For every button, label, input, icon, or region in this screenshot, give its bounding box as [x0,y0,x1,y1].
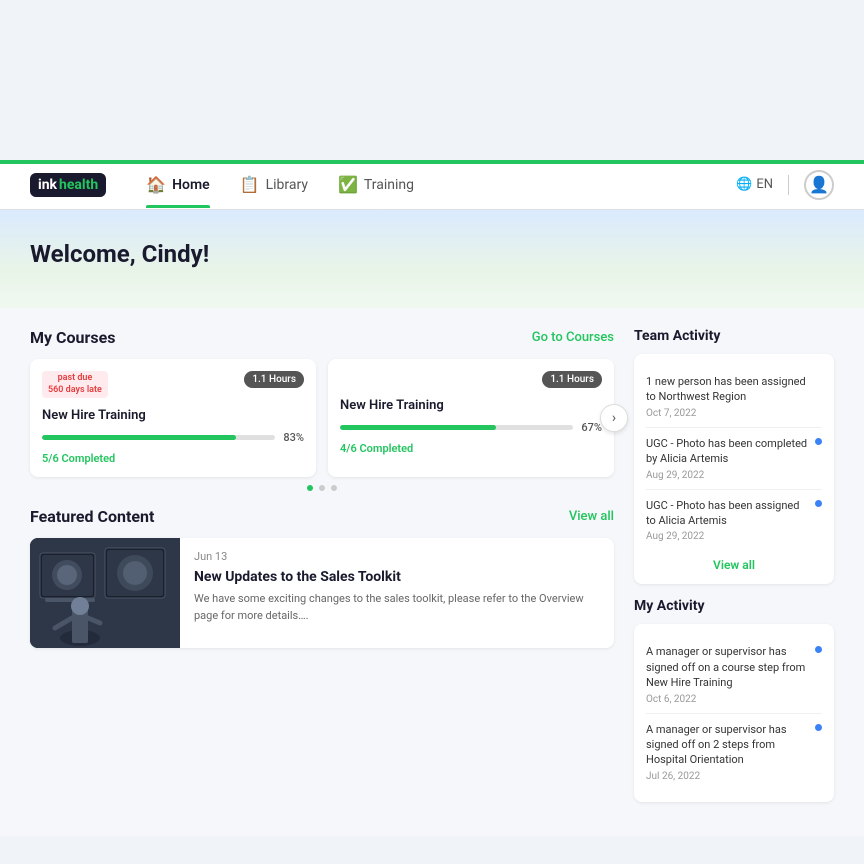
team-activity-item-2: UGC - Photo has been completed by Alicia… [646,428,822,490]
home-icon: 🏠 [146,175,166,194]
courses-row: past due 560 days late 1.1 Hours New Hir… [30,359,614,477]
my-activity-text-1: A manager or supervisor has signed off o… [646,644,822,690]
featured-date: Jun 13 [194,550,600,563]
my-activity-card: A manager or supervisor has signed off o… [634,624,834,801]
nav-right: 🌐 EN 👤 [736,170,834,200]
team-activity-dot-3 [815,500,822,507]
team-activity-dot-2 [815,438,822,445]
featured-card: Jun 13 New Updates to the Sales Toolkit … [30,538,614,648]
courses-title: My Courses [30,328,115,347]
course-card-1: past due 560 days late 1.1 Hours New Hir… [30,359,316,477]
dot-1[interactable] [307,485,313,491]
nav-item-library[interactable]: 📋 Library [240,161,308,208]
course-card-1-top: past due 560 days late 1.1 Hours [42,371,304,398]
featured-content-text: Jun 13 New Updates to the Sales Toolkit … [180,538,614,648]
my-activity-date-2: Jul 26, 2022 [646,771,822,782]
featured-description: We have some exciting changes to the sal… [194,591,600,624]
team-activity-item-1: 1 new person has been assigned to Northw… [646,366,822,428]
nav-items: 🏠 Home 📋 Library ✅ Training [146,161,736,208]
dot-3[interactable] [331,485,337,491]
my-activity-item-1: A manager or supervisor has signed off o… [646,636,822,713]
lang-label: EN [756,177,773,192]
training-icon: ✅ [338,175,358,194]
course-card-2: 1.1 Hours New Hire Training 67% 4/6 Comp… [328,359,614,477]
right-column: Team Activity 1 new person has been assi… [634,328,834,816]
left-column: My Courses Go to Courses past due 560 da… [30,328,614,816]
team-activity-title: Team Activity [634,328,834,344]
go-to-courses-link[interactable]: Go to Courses [532,330,614,345]
user-profile-icon[interactable]: 👤 [804,170,834,200]
hero-banner: Welcome, Cindy! [0,210,864,308]
featured-view-all-link[interactable]: View all [569,509,614,524]
my-activity-title: My Activity [634,598,834,614]
logo-ink: ink [38,177,57,193]
featured-image [30,538,180,648]
dot-2[interactable] [319,485,325,491]
main-content: My Courses Go to Courses past due 560 da… [0,308,864,836]
courses-section-header: My Courses Go to Courses [30,328,614,347]
hero-greeting: Welcome, Cindy! [30,240,834,268]
progress-bar-bg-2 [340,425,573,430]
featured-image-inner [30,538,180,648]
team-activity-date-1: Oct 7, 2022 [646,408,822,419]
globe-icon: 🌐 [736,177,752,192]
logo-health: health [59,177,98,193]
nav-green-bar [0,160,864,164]
course-title-2: New Hire Training [340,398,602,413]
progress-row-2: 67% [340,421,602,434]
carousel-next-button[interactable]: › [600,404,628,432]
featured-image-svg [30,538,180,648]
progress-bar-bg-1 [42,435,275,440]
featured-section: Featured Content View all [30,507,614,648]
completed-text-1: 5/6 Completed [42,452,304,465]
lang-selector[interactable]: 🌐 EN [736,177,773,192]
course-card-2-top: 1.1 Hours [340,371,602,388]
featured-section-header: Featured Content View all [30,507,614,526]
navbar: ink health 🏠 Home 📋 Library ✅ Training 🌐… [0,160,864,210]
team-activity-card: 1 new person has been assigned to Northw… [634,354,834,584]
progress-pct-1: 83% [283,431,304,444]
team-activity-view-all[interactable]: View all [646,558,822,572]
top-spacer [0,0,864,160]
my-activity-text-2: A manager or supervisor has signed off o… [646,722,822,768]
my-activity-date-1: Oct 6, 2022 [646,694,822,705]
team-activity-text-3: UGC - Photo has been assigned to Alicia … [646,498,822,529]
completed-text-2: 4/6 Completed [340,442,602,455]
team-activity-text-2: UGC - Photo has been completed by Alicia… [646,436,822,467]
featured-title-label: Featured Content [30,507,154,526]
hours-badge-1: 1.1 Hours [244,371,304,388]
nav-library-label: Library [266,177,308,193]
hours-badge-2: 1.1 Hours [542,371,602,388]
team-activity-item-3: UGC - Photo has been assigned to Alicia … [646,490,822,551]
library-icon: 📋 [240,175,260,194]
my-activity-item-2: A manager or supervisor has signed off o… [646,714,822,790]
nav-training-label: Training [364,177,414,193]
logo-box: ink health [30,173,106,197]
course-title-1: New Hire Training [42,408,304,423]
nav-item-home[interactable]: 🏠 Home [146,161,209,208]
team-activity-date-2: Aug 29, 2022 [646,470,822,481]
progress-bar-fill-1 [42,435,236,440]
past-due-badge: past due 560 days late [42,371,108,398]
nav-item-training[interactable]: ✅ Training [338,161,414,208]
team-activity-date-3: Aug 29, 2022 [646,531,822,542]
nav-divider [788,175,789,195]
logo-area[interactable]: ink health [30,173,106,197]
carousel-dots [30,485,614,491]
progress-pct-2: 67% [581,421,602,434]
progress-bar-fill-2 [340,425,496,430]
my-activity-dot-2 [815,724,822,731]
team-activity-text-1: 1 new person has been assigned to Northw… [646,374,822,405]
featured-article-title: New Updates to the Sales Toolkit [194,569,600,585]
progress-row-1: 83% [42,431,304,444]
nav-home-label: Home [172,177,210,193]
